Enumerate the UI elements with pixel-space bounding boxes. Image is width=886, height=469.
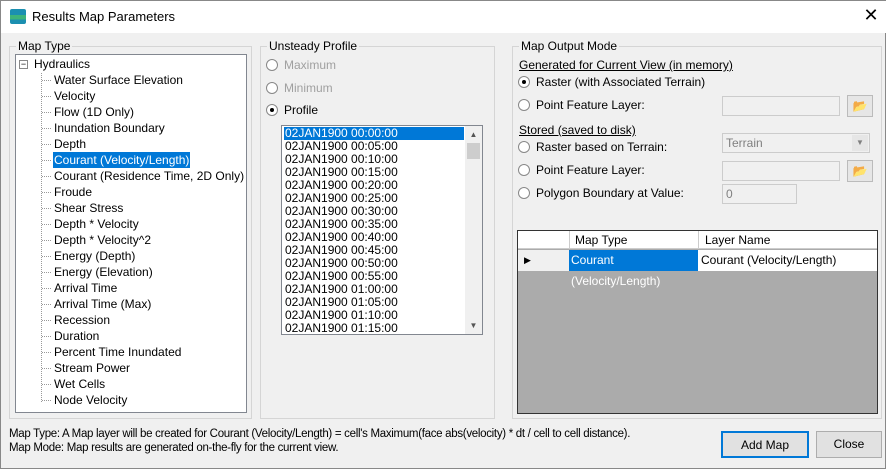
- tree-item[interactable]: Flow (1D Only): [41, 104, 135, 120]
- profile-list-item[interactable]: 02JAN1900 00:05:00: [284, 140, 464, 153]
- tree-item[interactable]: Depth: [41, 136, 87, 152]
- map-type-tree[interactable]: − Hydraulics Water Surface Elevation Velo…: [15, 54, 247, 413]
- point-layer-stored-input[interactable]: [722, 161, 840, 181]
- tree-item[interactable]: Arrival Time: [41, 280, 118, 296]
- label: Minimum: [284, 81, 333, 95]
- tree-item[interactable]: Inundation Boundary: [42, 120, 166, 136]
- profile-list-item[interactable]: 02JAN1900 00:55:00: [284, 270, 464, 283]
- label: Maximum: [284, 58, 337, 72]
- tree-item[interactable]: Courant (Residence Time, 2D Only): [41, 168, 245, 184]
- tree-item[interactable]: Duration: [41, 328, 100, 344]
- tree-item[interactable]: Depth * Velocity: [42, 216, 140, 232]
- map-output-legend: Map Output Mode: [521, 39, 618, 53]
- radio-raster-associated[interactable]: Raster (with Associated Terrain): [518, 75, 705, 89]
- tree-item[interactable]: Water Surface Elevation: [42, 72, 184, 88]
- profile-listbox[interactable]: 02JAN1900 01:15:00 02JAN1900 01:10:00 02JA…: [281, 125, 483, 335]
- folder-open-icon[interactable]: 📂: [847, 160, 873, 182]
- scroll-thumb[interactable]: [467, 143, 480, 159]
- tree-item[interactable]: Shear Stress: [41, 200, 124, 216]
- tree-item[interactable]: Arrival Time (Max): [41, 296, 152, 312]
- scroll-up-icon[interactable]: ▲: [465, 126, 482, 143]
- label: Profile: [284, 103, 319, 117]
- folder-open-icon[interactable]: 📂: [847, 95, 873, 117]
- map-type-description: Map Type: A Map layer will be created fo…: [9, 428, 631, 440]
- radio-button[interactable]: [518, 187, 530, 199]
- radio-raster-terrain[interactable]: Raster based on Terrain:: [518, 140, 667, 154]
- map-grid[interactable]: Map Type Layer Name ▶ Courant (Velocity/…: [517, 230, 878, 414]
- map-type-legend: Map Type: [18, 39, 71, 53]
- label: Raster based on Terrain:: [536, 140, 668, 154]
- scroll-down-icon[interactable]: ▼: [465, 317, 482, 334]
- row-selector-icon[interactable]: ▶: [518, 250, 569, 271]
- add-map-button[interactable]: Add Map: [721, 431, 809, 458]
- polygon-value-input[interactable]: 0: [722, 184, 797, 204]
- profile-list-item[interactable]: 02JAN1900 01:05:00: [284, 296, 464, 309]
- radio-button[interactable]: [518, 99, 530, 111]
- label: Polygon Boundary at Value:: [536, 186, 684, 200]
- terrain-value: Terrain: [726, 136, 763, 150]
- profile-list-item[interactable]: 02JAN1900 01:00:00: [284, 283, 464, 296]
- unsteady-profile-legend: Unsteady Profile: [269, 39, 358, 53]
- radio-maximum: Maximum: [266, 58, 336, 72]
- tree-item[interactable]: Recession: [41, 312, 111, 328]
- chevron-down-icon[interactable]: ▼: [852, 135, 868, 151]
- cell-map-type[interactable]: Courant (Velocity/Length): [569, 250, 698, 288]
- profile-list-item[interactable]: 02JAN1900 00:50:00: [284, 257, 464, 270]
- tree-item[interactable]: Stream Power: [41, 360, 131, 376]
- radio-point-layer[interactable]: Point Feature Layer:: [518, 98, 645, 112]
- profile-list-item[interactable]: 02JAN1900 00:20:00: [284, 179, 464, 192]
- tree-item[interactable]: Wet Cells: [41, 376, 106, 392]
- profile-list-item[interactable]: 02JAN1900 00:30:00: [284, 205, 464, 218]
- app-icon: [10, 9, 26, 24]
- generated-heading: Generated for Current View (in memory): [519, 58, 733, 72]
- grid-header: Map Type Layer Name: [518, 231, 877, 249]
- profile-list-item[interactable]: 02JAN1900 00:25:00: [284, 192, 464, 205]
- radio-button[interactable]: [518, 164, 530, 176]
- tree-item[interactable]: Froude: [41, 184, 93, 200]
- radio-polygon-boundary[interactable]: Polygon Boundary at Value:: [518, 186, 684, 200]
- profile-list-item[interactable]: 02JAN1900 00:35:00: [284, 218, 464, 231]
- point-layer-input[interactable]: [722, 96, 840, 116]
- profile-list-item[interactable]: 02JAN1900 00:00:00: [284, 127, 464, 140]
- map-mode-description: Map Mode: Map results are generated on-t…: [9, 442, 339, 454]
- tree-item[interactable]: Energy (Elevation): [42, 264, 154, 280]
- tree-item[interactable]: Velocity: [41, 88, 96, 104]
- label: Raster (with Associated Terrain): [536, 75, 706, 89]
- table-row[interactable]: ▶ Courant (Velocity/Length) Courant (Vel…: [518, 250, 877, 288]
- profile-list-item[interactable]: 02JAN1900 01:10:00: [284, 309, 464, 322]
- profile-list-item[interactable]: 02JAN1900 00:15:00: [284, 166, 464, 179]
- radio-minimum: Minimum: [266, 81, 333, 95]
- radio-point-layer-stored[interactable]: Point Feature Layer:: [518, 163, 645, 177]
- radio-button[interactable]: [518, 76, 530, 88]
- cell-layer-name[interactable]: Courant (Velocity/Length): [698, 250, 836, 271]
- profile-list-item[interactable]: 02JAN1900 00:40:00: [284, 231, 464, 244]
- profile-list-item[interactable]: 02JAN1900 00:45:00: [284, 244, 464, 257]
- profile-list-item[interactable]: 02JAN1900 01:15:00: [284, 322, 464, 335]
- close-button[interactable]: Close: [816, 431, 882, 458]
- collapse-icon[interactable]: −: [19, 60, 28, 69]
- terrain-select[interactable]: Terrain ▼: [722, 133, 870, 153]
- radio-button: [266, 82, 278, 94]
- profile-list-item[interactable]: 02JAN1900 00:10:00: [284, 153, 464, 166]
- window-title: Results Map Parameters: [32, 9, 176, 24]
- header-map-type[interactable]: Map Type: [569, 231, 698, 249]
- radio-button[interactable]: [518, 141, 530, 153]
- close-window-button[interactable]: ✕: [859, 5, 883, 26]
- tree-item[interactable]: Energy (Depth): [41, 248, 136, 264]
- radio-profile[interactable]: Profile: [266, 103, 318, 117]
- tree-item[interactable]: Node Velocity: [41, 392, 128, 408]
- header-layer-name[interactable]: Layer Name: [698, 231, 770, 249]
- stored-heading: Stored (saved to disk): [519, 123, 636, 137]
- scrollbar[interactable]: ▲ ▼: [465, 126, 482, 334]
- tree-item[interactable]: Courant (Velocity/Length): [41, 152, 191, 168]
- label: Point Feature Layer:: [536, 98, 645, 112]
- tree-item[interactable]: Percent Time Inundated: [41, 344, 182, 360]
- tree-root-hydraulics[interactable]: Hydraulics: [34, 56, 90, 72]
- radio-button[interactable]: [266, 104, 278, 116]
- label: Point Feature Layer:: [536, 163, 645, 177]
- title-bar: Results Map Parameters ✕: [1, 1, 886, 33]
- radio-button: [266, 59, 278, 71]
- tree-item[interactable]: Depth * Velocity^2: [41, 232, 152, 248]
